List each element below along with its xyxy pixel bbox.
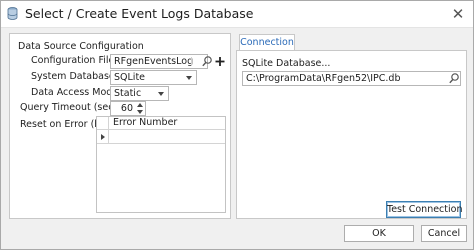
chevron-down-icon[interactable] — [137, 110, 143, 114]
test-connection-button[interactable]: Test Connection — [386, 201, 462, 218]
query-timeout-label: Query Timeout (sec) — [20, 102, 118, 113]
search-icon[interactable] — [201, 55, 213, 68]
system-database-select[interactable]: SQLite — [110, 70, 197, 85]
chevron-up-icon[interactable] — [137, 103, 143, 107]
row-pointer-icon — [101, 134, 105, 140]
connection-tab-panel: SQLite Database... C:\ProgramData\RFgen5… — [236, 50, 467, 219]
ok-button[interactable]: OK — [344, 225, 414, 242]
close-icon: ✕ — [451, 5, 465, 23]
search-icon[interactable] — [448, 72, 460, 85]
dialog-window: Select / Create Event Logs Database ✕ Da… — [0, 0, 474, 250]
data-access-mode-select[interactable]: Static — [110, 86, 169, 101]
query-timeout-value: 60 — [120, 103, 133, 114]
cancel-button[interactable]: Cancel — [421, 225, 467, 242]
error-number-grid[interactable]: Error Number — [96, 116, 226, 213]
sqlite-database-label: SQLite Database... — [242, 58, 331, 69]
data-source-group: Data Source Configuration Configuration … — [9, 33, 231, 219]
title-bar: Select / Create Event Logs Database ✕ — [1, 1, 473, 28]
query-timeout-stepper[interactable]: 60 — [110, 101, 146, 116]
sqlite-database-path-field[interactable]: C:\ProgramData\RFgen52\IPC.db — [242, 71, 461, 86]
data-access-mode-value: Static — [114, 88, 142, 99]
field-divider — [191, 57, 192, 66]
configuration-file-label: Configuration File — [31, 55, 115, 66]
error-number-column-header[interactable]: Error Number — [109, 117, 225, 130]
group-title: Data Source Configuration — [18, 41, 144, 52]
tab-connection[interactable]: Connection — [239, 34, 295, 51]
system-database-label: System Database — [31, 71, 115, 82]
window-title: Select / Create Event Logs Database — [25, 6, 254, 21]
chevron-down-icon — [186, 76, 192, 80]
database-icon — [7, 7, 18, 20]
data-access-mode-label: Data Access Mode — [31, 87, 119, 98]
chevron-down-icon — [158, 92, 164, 96]
grid-corner — [97, 117, 109, 130]
plus-icon[interactable] — [214, 55, 226, 68]
configuration-file-value: RFgenEventsLog — [114, 56, 194, 67]
row-indicator — [97, 130, 109, 144]
close-button[interactable]: ✕ — [447, 4, 469, 24]
sqlite-database-path-value: C:\ProgramData\RFgen52\IPC.db — [246, 73, 401, 84]
configuration-file-field[interactable]: RFgenEventsLog — [110, 54, 208, 69]
new-row-cell[interactable] — [109, 130, 225, 144]
system-database-value: SQLite — [114, 72, 146, 83]
